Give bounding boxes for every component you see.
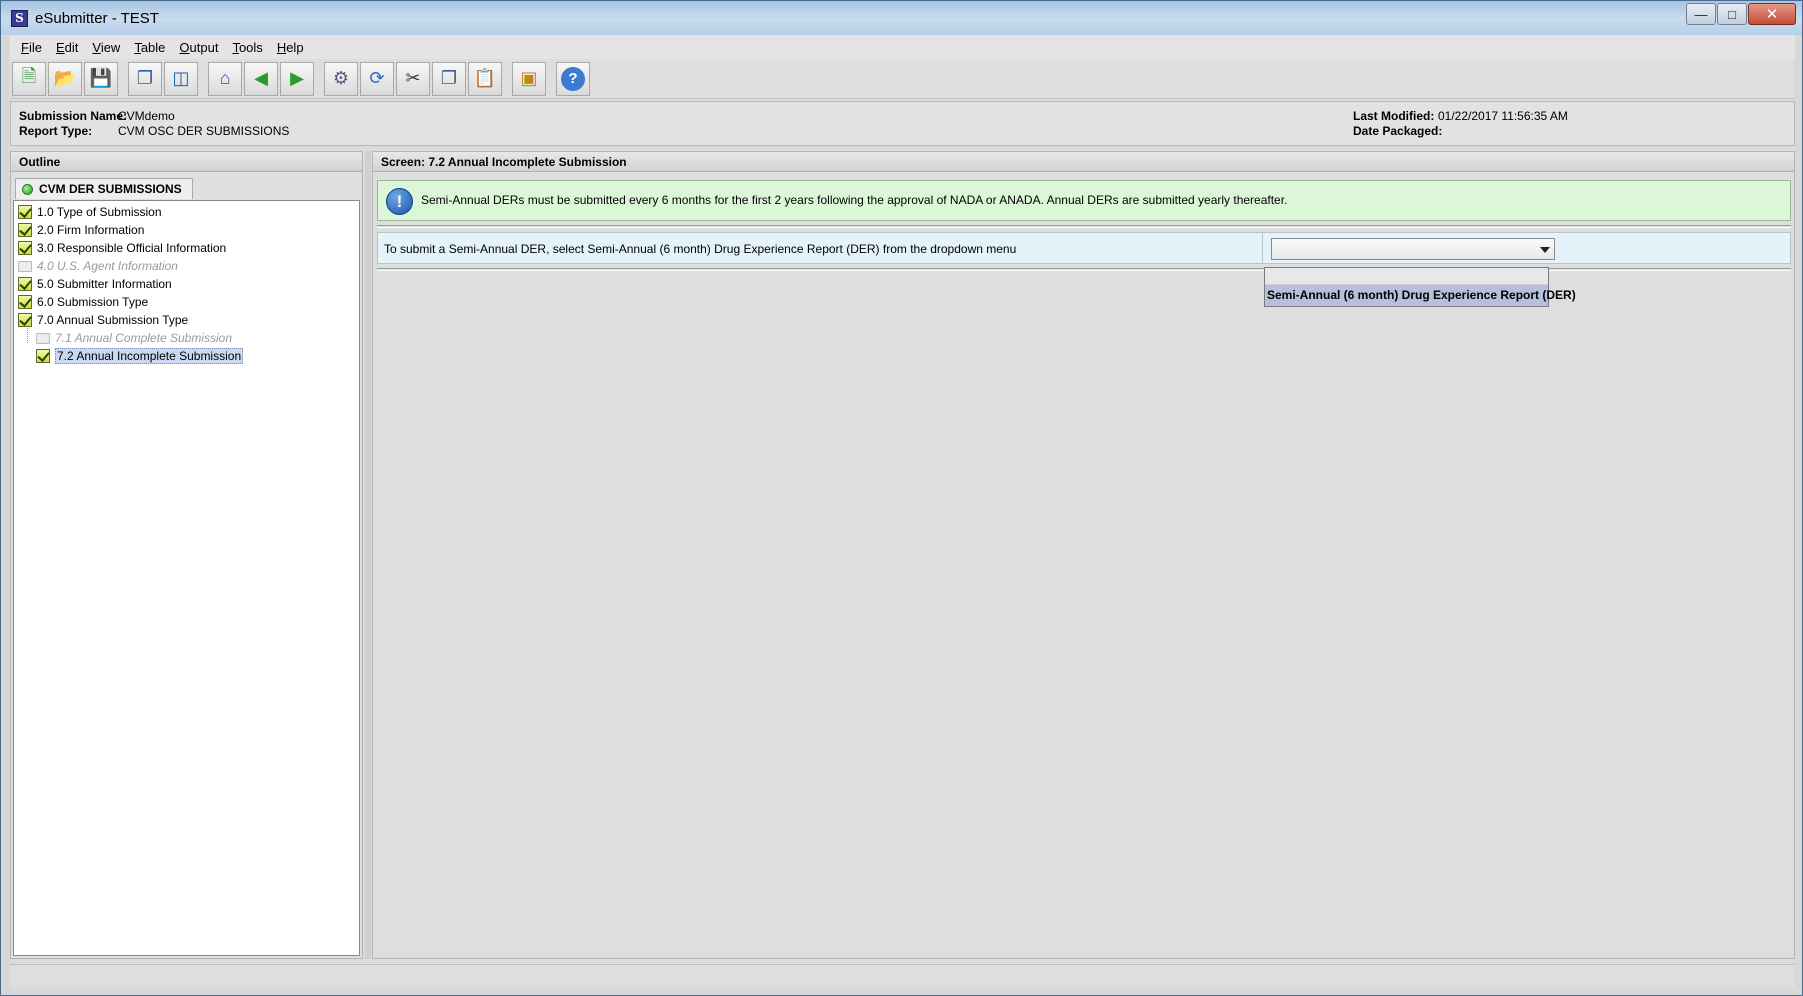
outline-header: Outline (11, 152, 362, 172)
tree-item-7-0[interactable]: 7.0 Annual Submission Type (14, 311, 359, 329)
open-folder-icon[interactable]: 📂 (48, 61, 82, 96)
tree-item-7-1[interactable]: 7.1 Annual Complete Submission (14, 329, 359, 347)
client-area: File Edit View Table Output Tools Help 🗎… (10, 35, 1795, 989)
folder-icon (36, 332, 50, 344)
save-icon[interactable]: 💾 (84, 61, 118, 96)
question-row: To submit a Semi-Annual DER, select Semi… (377, 232, 1791, 264)
window-controls: — □ ✕ (1685, 3, 1796, 25)
tree-item-5-0[interactable]: 5.0 Submitter Information (14, 275, 359, 293)
checked-icon (18, 295, 32, 309)
divider (377, 268, 1791, 271)
menu-file[interactable]: File (14, 40, 49, 55)
date-packaged-label: Date Packaged: (1353, 124, 1443, 138)
cut-icon[interactable]: ✂ (396, 61, 430, 96)
close-button[interactable]: ✕ (1748, 3, 1796, 25)
report-type-label: Report Type: (19, 124, 93, 138)
window-title: eSubmitter - TEST (35, 10, 159, 27)
tree-item-3-0[interactable]: 3.0 Responsible Official Information (14, 239, 359, 257)
toolbar: 🗎 📂 💾 ❐ ◫ ⌂ ◀ ▶ ⚙ ⟳ ✂ ❐ 📋 ▣ ? (10, 59, 1795, 99)
checked-icon (18, 313, 32, 327)
report-type-value: CVM OSC DER SUBMISSIONS (118, 124, 290, 138)
chevron-down-icon[interactable] (1540, 247, 1550, 253)
minimize-button[interactable]: — (1686, 3, 1716, 25)
home-icon[interactable]: ⌂ (208, 61, 242, 96)
tree-item-7-2[interactable]: 7.2 Annual Incomplete Submission (14, 347, 359, 365)
new-file-icon[interactable]: 🗎 (12, 61, 46, 96)
refresh-icon[interactable]: ⟳ (360, 61, 394, 96)
last-modified-label: Last Modified: (1353, 109, 1435, 123)
submission-name-value: CVMdemo (118, 109, 175, 123)
menu-edit[interactable]: Edit (49, 40, 85, 55)
menu-tools[interactable]: Tools (225, 40, 269, 55)
outline-tree[interactable]: 1.0 Type of Submission 2.0 Firm Informat… (13, 200, 360, 956)
tree-item-4-0[interactable]: 4.0 U.S. Agent Information (14, 257, 359, 275)
tree-item-6-0[interactable]: 6.0 Submission Type (14, 293, 359, 311)
outline-tab-label: CVM DER SUBMISSIONS (39, 182, 182, 196)
menu-bar: File Edit View Table Output Tools Help (10, 35, 1795, 59)
info-notice: ! Semi-Annual DERs must be submitted eve… (377, 180, 1791, 221)
checked-icon (18, 241, 32, 255)
folder-icon (18, 260, 32, 272)
outline-panel: Outline CVM DER SUBMISSIONS 1.0 Type of … (10, 151, 363, 959)
der-type-select[interactable] (1271, 238, 1555, 260)
checked-icon (18, 205, 32, 219)
checked-icon (18, 277, 32, 291)
dropdown-option-blank[interactable] (1265, 268, 1548, 285)
tree-item-2-0[interactable]: 2.0 Firm Information (14, 221, 359, 239)
app-window: S eSubmitter - TEST — □ ✕ File Edit View… (0, 0, 1803, 996)
submission-name-label: Submission Name: (19, 109, 128, 123)
checked-icon (18, 223, 32, 237)
tree-item-1-0[interactable]: 1.0 Type of Submission (14, 203, 359, 221)
settings-gear-icon[interactable]: ⚙ (324, 61, 358, 96)
der-type-dropdown-list[interactable]: Semi-Annual (6 month) Drug Experience Re… (1264, 267, 1576, 307)
package-icon[interactable]: ▣ (512, 61, 546, 96)
screen-header: Screen: 7.2 Annual Incomplete Submission (373, 152, 1794, 172)
app-icon: S (11, 10, 28, 27)
help-icon[interactable]: ? (556, 61, 590, 96)
menu-help[interactable]: Help (270, 40, 311, 55)
copy-icon[interactable]: ❐ (432, 61, 466, 96)
status-dot-icon (22, 183, 33, 195)
panel-splitter[interactable] (365, 151, 371, 959)
outline-tab-cvm-der[interactable]: CVM DER SUBMISSIONS (15, 178, 193, 199)
menu-output[interactable]: Output (172, 40, 225, 55)
split-view-icon[interactable]: ◫ (164, 61, 198, 96)
dropdown-option-semi-annual[interactable]: Semi-Annual (6 month) Drug Experience Re… (1265, 285, 1576, 306)
title-bar[interactable]: S eSubmitter - TEST — □ ✕ (1, 1, 1802, 35)
status-bar (10, 964, 1795, 986)
maximize-button[interactable]: □ (1717, 3, 1747, 25)
notice-text: Semi-Annual DERs must be submitted every… (421, 193, 1288, 207)
menu-view[interactable]: View (85, 40, 127, 55)
menu-table[interactable]: Table (127, 40, 172, 55)
forward-arrow-icon[interactable]: ▶ (280, 61, 314, 96)
divider (377, 225, 1791, 228)
submission-info-bar: Submission Name: CVMdemo Report Type: CV… (10, 101, 1795, 146)
screen-panel: Screen: 7.2 Annual Incomplete Submission… (372, 151, 1795, 959)
paste-icon[interactable]: 📋 (468, 61, 502, 96)
back-arrow-icon[interactable]: ◀ (244, 61, 278, 96)
info-exclamation-icon: ! (386, 188, 413, 215)
checked-icon (36, 349, 50, 363)
window-stack-icon[interactable]: ❐ (128, 61, 162, 96)
last-modified-value: 01/22/2017 11:56:35 AM (1438, 109, 1568, 123)
question-text: To submit a Semi-Annual DER, select Semi… (384, 242, 1017, 256)
